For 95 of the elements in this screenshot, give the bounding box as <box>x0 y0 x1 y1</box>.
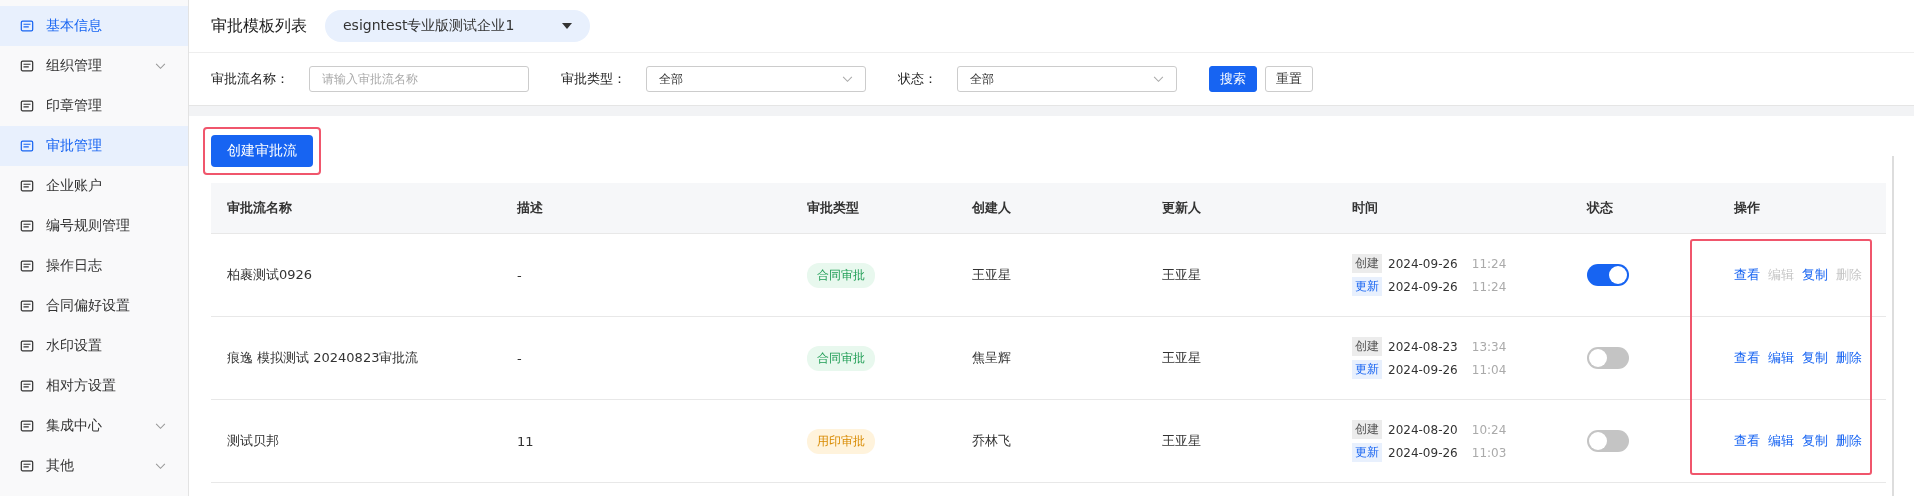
page-title: 审批模板列表 <box>211 15 307 37</box>
action-link[interactable]: 查看 <box>1734 266 1760 284</box>
menu-item-icon <box>20 99 34 113</box>
sidebar-item[interactable]: 相对方设置 <box>0 366 188 406</box>
action-link[interactable]: 复制 <box>1802 432 1828 450</box>
sidebar-item[interactable]: 水印设置 <box>0 326 188 366</box>
table-cell: - <box>517 350 522 366</box>
filter-button[interactable]: 搜索 <box>1209 66 1257 92</box>
sidebar-item[interactable]: 其他 <box>0 446 188 486</box>
filter-button[interactable]: 重置 <box>1265 66 1313 92</box>
date-text: 2024-09-26 <box>1388 256 1458 271</box>
sidebar-item[interactable]: 印章管理 <box>0 86 188 126</box>
menu-item-icon <box>20 379 34 393</box>
table-cell: 王亚星 <box>1162 266 1201 284</box>
status-toggle[interactable] <box>1587 264 1629 286</box>
time-tag: 创建 <box>1352 254 1382 273</box>
time-text: 11:24 <box>1471 256 1507 271</box>
create-button[interactable]: 创建审批流 <box>211 135 313 167</box>
time-tag: 创建 <box>1352 337 1382 356</box>
column-header: 创建人 <box>971 199 1012 217</box>
sidebar-item[interactable]: 企业账户 <box>0 166 188 206</box>
sidebar-item[interactable]: 合同偏好设置 <box>0 286 188 326</box>
action-link[interactable]: 复制 <box>1802 349 1828 367</box>
time-text: 10:24 <box>1471 422 1507 437</box>
table-cell: 王亚星 <box>1162 349 1201 367</box>
table-cell: 11 <box>517 433 534 449</box>
table-cell: 乔林飞 <box>972 432 1011 450</box>
name-search-field[interactable]: 请输入审批流名称 <box>309 66 529 92</box>
menu-item-icon <box>20 219 34 233</box>
filter-label: 状态： <box>898 70 937 88</box>
column-header: 状态 <box>1585 199 1614 217</box>
type-tag: 合同审批 <box>807 262 875 288</box>
column-header: 操作 <box>1733 199 1761 217</box>
menu-item-icon <box>20 179 34 193</box>
action-link[interactable]: 查看 <box>1734 349 1760 367</box>
time-tag: 更新 <box>1352 277 1382 296</box>
sidebar-item[interactable]: 组织管理 <box>0 46 188 86</box>
menu-item-icon <box>20 19 34 33</box>
column-header: 审批类型 <box>806 199 860 217</box>
menu-item-icon <box>20 459 34 473</box>
company-selector[interactable]: esigntest专业版测试企业1 <box>325 10 591 42</box>
menu-item-icon <box>20 419 34 433</box>
dropdown-icon <box>562 23 573 29</box>
type-tag: 合同审批 <box>807 345 875 371</box>
date-text: 2024-08-20 <box>1388 422 1458 437</box>
table-cell: 痕逸 模拟测试 20240823审批流 <box>227 349 419 367</box>
menu-item-icon <box>20 299 34 313</box>
date-text: 2024-09-26 <box>1388 362 1458 377</box>
date-text: 2024-09-26 <box>1388 279 1458 294</box>
menu-item-icon <box>20 139 34 153</box>
date-text: 2024-09-26 <box>1388 445 1458 460</box>
status-toggle[interactable] <box>1587 347 1629 369</box>
table-cell: - <box>517 267 522 283</box>
status-toggle[interactable] <box>1587 430 1629 452</box>
table-cell: 焦呈辉 <box>972 349 1011 367</box>
time-tag: 创建 <box>1352 420 1382 439</box>
action-link[interactable]: 删除 <box>1836 432 1862 450</box>
table-cell: 王亚星 <box>1162 432 1201 450</box>
chevron-icon <box>1153 75 1164 83</box>
time-text: 13:34 <box>1471 339 1507 354</box>
action-link[interactable]: 删除 <box>1836 349 1862 367</box>
action-link[interactable]: 编辑 <box>1768 432 1794 450</box>
table-cell: 测试贝邦 <box>227 432 279 450</box>
time-text: 11:04 <box>1471 362 1507 377</box>
time-text: 11:24 <box>1471 279 1507 294</box>
column-header: 时间 <box>1351 199 1379 217</box>
column-header: 描述 <box>516 199 544 217</box>
chevron-icon <box>155 422 166 430</box>
column-header: 更新人 <box>1161 199 1202 217</box>
column-header: 审批流名称 <box>226 199 293 217</box>
chevron-icon <box>842 75 853 83</box>
filter-label: 审批类型： <box>561 70 626 88</box>
chevron-icon <box>155 462 166 470</box>
table-cell: 柏裹测试0926 <box>227 266 313 284</box>
type-tag: 用印审批 <box>807 428 875 454</box>
menu-item-icon <box>20 259 34 273</box>
table-cell: 王亚星 <box>972 266 1011 284</box>
filter-dropdown[interactable]: 全部 <box>957 66 1177 92</box>
sidebar-item[interactable]: 编号规则管理 <box>0 206 188 246</box>
time-text: 11:03 <box>1471 445 1507 460</box>
sidebar-item[interactable]: 集成中心 <box>0 406 188 446</box>
action-link[interactable]: 复制 <box>1802 266 1828 284</box>
action-link[interactable]: 查看 <box>1734 432 1760 450</box>
sidebar-item[interactable]: 操作日志 <box>0 246 188 286</box>
sidebar-item[interactable]: 审批管理 <box>0 126 188 166</box>
time-tag: 更新 <box>1352 360 1382 379</box>
time-tag: 更新 <box>1352 443 1382 462</box>
menu-item-icon <box>20 59 34 73</box>
filter-dropdown[interactable]: 全部 <box>646 66 866 92</box>
action-link[interactable]: 编辑 <box>1768 349 1794 367</box>
sidebar-item[interactable]: 基本信息 <box>0 6 188 46</box>
menu-item-icon <box>20 339 34 353</box>
chevron-icon <box>155 62 166 70</box>
filter-label: 审批流名称： <box>211 70 289 88</box>
date-text: 2024-08-23 <box>1388 339 1458 354</box>
